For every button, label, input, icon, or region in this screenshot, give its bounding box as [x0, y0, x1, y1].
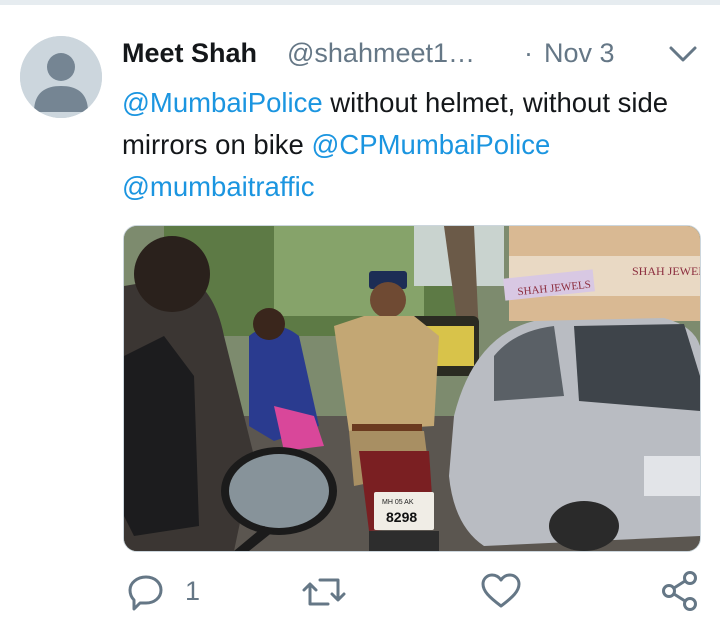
plate-number: 8298	[386, 509, 417, 525]
reply-icon[interactable]	[126, 568, 166, 616]
mention-mumbaitraffic[interactable]: @mumbaitraffic	[122, 171, 314, 202]
street-photo: SHAH JEWELS SHAH JEWEL MH 05 AK 8298	[124, 226, 700, 551]
reply-count: 1	[185, 576, 201, 606]
retweet-icon[interactable]	[300, 568, 348, 616]
plate-top: MH 05 AK	[382, 499, 414, 506]
tweet-photo[interactable]: SHAH JEWELS SHAH JEWEL MH 05 AK 8298	[123, 225, 701, 552]
mention-mumbaipolice[interactable]: @MumbaiPolice	[122, 87, 323, 118]
mention-cpmumbaipolice[interactable]: @CPMumbaiPolice	[312, 129, 551, 160]
like-icon[interactable]	[479, 568, 523, 616]
tweet-date[interactable]: Nov 3	[544, 38, 615, 69]
top-divider	[0, 0, 720, 5]
separator-dot: ·	[524, 38, 533, 68]
shop-sign-2: SHAH JEWEL	[632, 264, 700, 278]
tweet-actions: 1	[0, 568, 720, 616]
share-icon[interactable]	[658, 568, 702, 616]
avatar[interactable]	[20, 36, 102, 118]
tweet-header: Meet Shah @shahmeet1… · Nov 3	[122, 36, 712, 76]
author-handle[interactable]: @shahmeet1…	[287, 38, 475, 69]
default-profile-icon	[20, 36, 102, 118]
author-name[interactable]: Meet Shah	[122, 38, 257, 69]
tweet-text: @MumbaiPolice without helmet, without si…	[122, 82, 712, 208]
chevron-down-icon[interactable]	[668, 42, 698, 66]
